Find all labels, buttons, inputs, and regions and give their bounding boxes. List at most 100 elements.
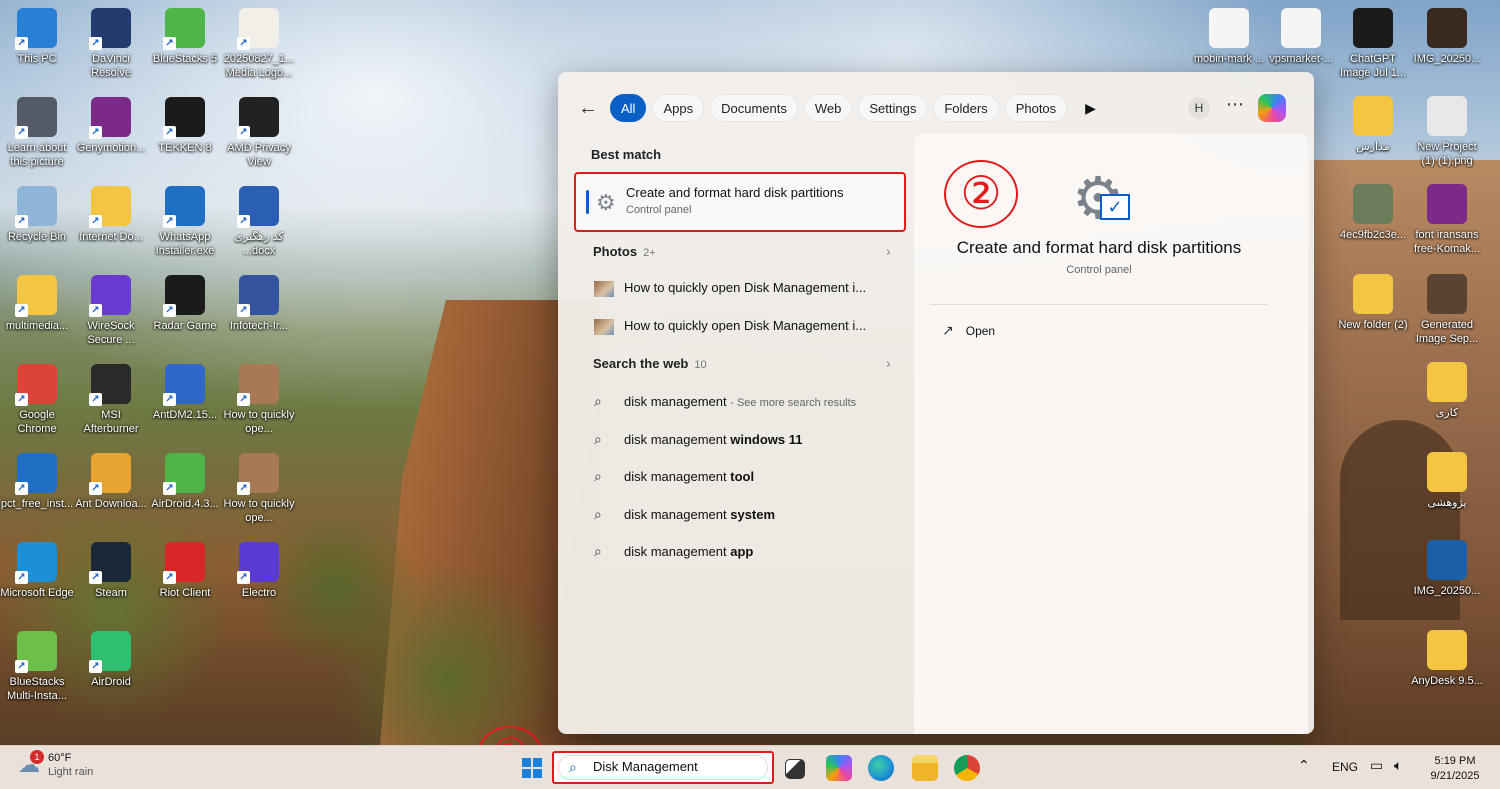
taskbar-search-input[interactable] [593,759,763,774]
web-suggestion-item[interactable]: ⌕ disk management system [594,506,894,523]
back-arrow-icon[interactable]: ← [578,97,610,120]
tab-apps[interactable]: Apps [652,94,705,122]
desktop-icon[interactable]: ↗ Electro [222,542,296,600]
photo-thumbnail [594,280,614,297]
shortcut-arrow-icon: ↗ [15,482,28,495]
desktop-icon[interactable]: font iransans free-Komak... [1410,184,1484,256]
desktop-icon[interactable]: ↗ Recycle Bin [0,186,74,244]
desktop-icon[interactable]: ↗ کد رهگیری ...docx [222,186,296,258]
file-explorer-icon[interactable] [912,755,938,781]
desktop-icon-label: AirDroid.4.3... [151,498,219,510]
weather-widget[interactable]: ☁ 1 60°F Light rain [18,750,93,778]
image-file-icon [1427,274,1467,314]
tab-settings[interactable]: Settings [858,94,928,122]
desktop-icon[interactable]: ↗ AntDM2.15... [148,364,222,422]
desktop-icon[interactable]: mobin-mark ... [1192,8,1266,66]
copilot-icon[interactable] [1258,94,1286,122]
web-suggestion-item[interactable]: ⌕ disk management windows 11 [594,431,894,448]
copilot-taskbar-icon[interactable] [826,755,852,781]
desktop-icon[interactable]: ↗ Riot Client [148,542,222,600]
desktop-icon[interactable]: ↗ WhatsApp Installer.exe [148,186,222,258]
desktop-icon[interactable]: ↗ BlueStacks Multi-Insta... [0,631,74,703]
desktop-icon[interactable]: ↗ AMD Privacy View [222,97,296,169]
desktop-icon[interactable]: ↗ Ant Downloa... [74,453,148,511]
desktop-icon[interactable]: ↗ WireSock Secure ... [74,275,148,347]
search-icon: ⌕ [594,393,602,409]
suggestion-prefix: disk management [624,432,731,447]
web-suggestion-item[interactable]: ⌕ disk management tool [594,468,894,485]
search-icon: ⌕ [594,543,602,559]
more-tabs-play-icon[interactable]: ▶ [1085,100,1096,117]
desktop-icon[interactable]: ↗ Internet Do... [74,186,148,244]
web-heading-label: Search the web [593,356,689,371]
desktop-icon[interactable]: ↗ Steam [74,542,148,600]
shortcut-arrow-icon: ↗ [15,37,28,50]
system-clock[interactable]: 5:19 PM 9/21/2025 [1420,754,1490,784]
task-view-icon[interactable] [785,759,805,779]
chevron-right-icon[interactable]: › [886,243,891,259]
taskbar-search-box[interactable]: ⌕ [552,751,774,784]
desktop-icon[interactable]: AnyDesk 9.5... [1410,630,1484,688]
photos-group-heading[interactable]: Photos 2+ [593,244,656,259]
winrar-icon [1427,184,1467,224]
desktop-icon[interactable]: ↗ How to quickly ope... [222,453,296,525]
desktop-icon[interactable]: New Project (1) (1).png [1410,96,1484,168]
chrome-taskbar-icon[interactable] [954,755,980,781]
desktop-icon[interactable]: پژوهشی [1410,452,1484,510]
tab-web[interactable]: Web [803,94,853,122]
network-icon[interactable]: ▭ [1370,757,1383,774]
shortcut-arrow-icon: ↗ [163,304,176,317]
web-result-item[interactable]: ⌕ disk management - See more search resul… [594,393,894,410]
photo-result-item[interactable]: How to quickly open Disk Management i... [594,280,894,297]
language-indicator[interactable]: ENG [1332,760,1358,774]
desktop-icon[interactable]: New folder (2) [1336,274,1410,332]
desktop-icon[interactable]: ↗ Infotech-Ir... [222,275,296,333]
desktop-icon[interactable]: ↗ TEKKEN 8 [148,97,222,155]
open-action[interactable]: ↗ Open [942,322,995,339]
desktop-icon[interactable]: ↗ Radar Game [148,275,222,333]
desktop-icon[interactable]: Generated Image Sep... [1410,274,1484,346]
desktop-icon[interactable]: ↗ AirDroid [74,631,148,689]
desktop-icon[interactable]: IMG_20250... [1410,540,1484,598]
desktop-icon[interactable]: ↗ How to quickly ope... [222,364,296,436]
web-group-heading[interactable]: Search the web 10 [593,356,707,371]
desktop-icon[interactable]: vpsmarket-... [1264,8,1338,66]
desktop-icon[interactable]: ↗ Google Chrome [0,364,74,436]
bluestacks-icon: ↗ [163,8,205,50]
desktop-icon[interactable]: ↗ Learn about this picture [0,97,74,169]
desktop-icon[interactable]: ↗ This PC [0,8,74,66]
edge-taskbar-icon[interactable] [868,755,894,781]
shortcut-arrow-icon: ↗ [163,126,176,139]
tab-folders[interactable]: Folders [933,94,999,122]
account-avatar[interactable]: H [1188,97,1210,119]
desktop-icon[interactable]: ↗ multimedia... [0,275,74,333]
shortcut-arrow-icon: ↗ [237,571,250,584]
desktop-icon[interactable]: 4ec9fb2c3e... [1336,184,1410,242]
desktop-icon-label: ChatGPT Image Jul 1... [1339,53,1407,79]
desktop-icon[interactable]: ↗ BlueStacks 5 [148,8,222,66]
start-button-windows-icon[interactable] [522,758,542,778]
desktop-icon[interactable]: ↗ AirDroid.4.3... [148,453,222,511]
desktop-icon[interactable]: ↗ Microsoft Edge [0,542,74,600]
desktop-icon[interactable]: ↗ MSI Afterburner [74,364,148,436]
desktop-icon[interactable]: ↗ pct_free_inst... [0,453,74,511]
tab-photos[interactable]: Photos [1004,94,1068,122]
desktop-icon[interactable]: ↗ DaVinci Resolve [74,8,148,80]
desktop-icon[interactable]: ↗ Genymotion... [74,97,148,155]
volume-icon[interactable]: 🔈︎ [1394,757,1402,774]
web-suggestion-item[interactable]: ⌕ disk management app [594,543,894,560]
desktop-icon[interactable]: کاری [1410,362,1484,420]
chevron-up-icon[interactable]: ⌃ [1298,757,1310,774]
desktop-icon[interactable]: ChatGPT Image Jul 1... [1336,8,1410,80]
desktop-icon[interactable]: مدارس [1336,96,1410,154]
tab-all[interactable]: All [610,94,647,122]
photo-result-item[interactable]: How to quickly open Disk Management i... [594,318,894,335]
tab-documents[interactable]: Documents [710,94,798,122]
more-options-icon[interactable]: ⋯ [1226,94,1244,115]
chevron-right-icon[interactable]: › [886,355,891,371]
best-match-result[interactable]: ⚙ Create and format hard disk partitions… [574,172,906,232]
desktop-icon-label: پژوهشی [1427,497,1467,509]
installer-icon: ↗ [163,186,205,228]
desktop-icon[interactable]: IMG_20250... [1410,8,1484,66]
desktop-icon[interactable]: ↗ 20250827_1... Media Logo... [222,8,296,80]
